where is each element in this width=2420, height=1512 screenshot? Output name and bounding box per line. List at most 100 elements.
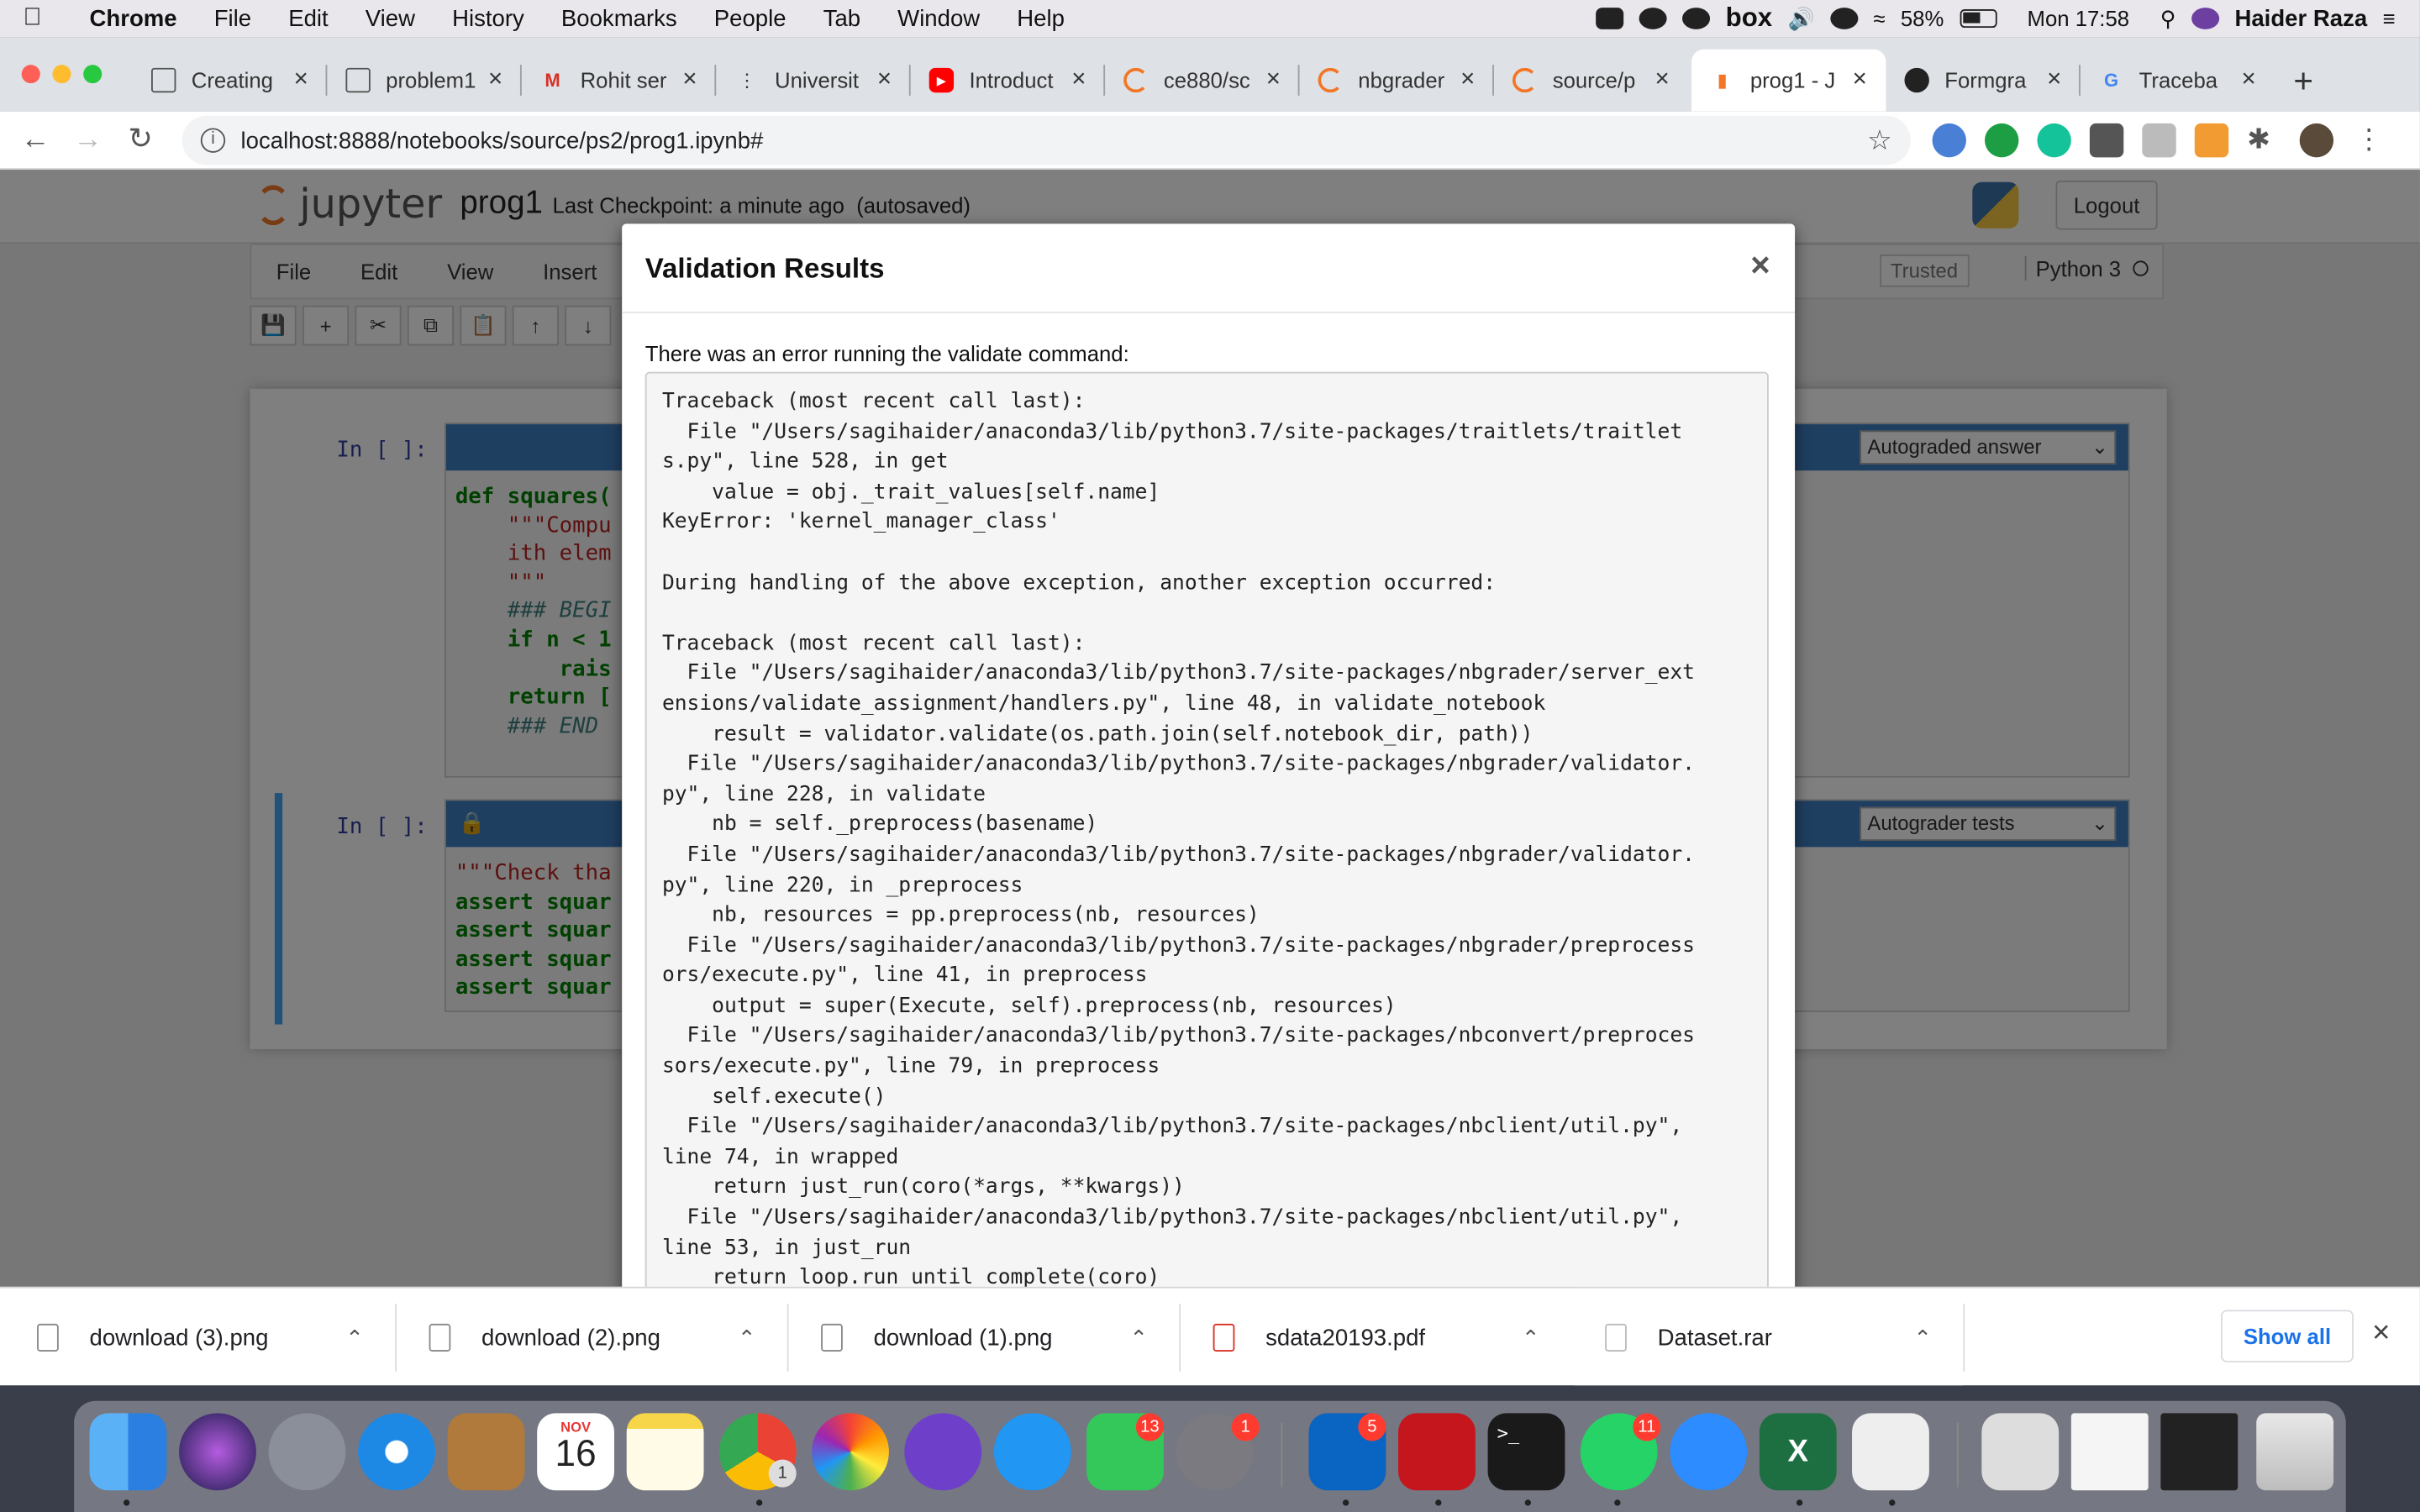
chevron-up-icon[interactable]: ⌃ <box>1914 1325 1933 1351</box>
download-item[interactable]: sdata20193.pdf ⌃ <box>1182 1289 1575 1388</box>
show-all-downloads-button[interactable]: Show all <box>2221 1310 2354 1362</box>
screenshot-stack-icon[interactable] <box>2160 1413 2238 1491</box>
menu-edit[interactable]: Edit <box>270 5 347 31</box>
extension-icon[interactable] <box>1932 123 1966 158</box>
messages-status-icon[interactable] <box>1639 8 1667 29</box>
menu-people[interactable]: People <box>696 5 805 31</box>
battery-icon[interactable] <box>1959 9 1996 29</box>
extension-icon[interactable] <box>2089 123 2124 158</box>
close-tab-icon[interactable]: × <box>676 66 703 94</box>
download-item[interactable]: download (3).png ⌃ <box>0 1289 397 1388</box>
site-info-icon[interactable]: i <box>200 128 226 153</box>
finder-icon[interactable] <box>89 1413 167 1491</box>
close-tab-icon[interactable]: × <box>1846 66 1874 94</box>
maximize-window-icon[interactable] <box>83 65 103 84</box>
tab-formgrader[interactable]: Formgra × <box>1886 50 2081 111</box>
close-tab-icon[interactable]: × <box>871 66 898 94</box>
downloads-stack-icon[interactable] <box>1981 1413 2060 1491</box>
menu-app-name[interactable]: Chrome <box>65 5 196 31</box>
chevron-up-icon[interactable]: ⌃ <box>1129 1325 1148 1351</box>
close-tab-icon[interactable]: × <box>1649 66 1676 94</box>
contacts-icon[interactable] <box>447 1413 525 1491</box>
back-icon[interactable]: ← <box>9 123 61 156</box>
volume-icon[interactable]: 🔊 <box>1788 5 1815 31</box>
traceback-line: py", line 220, in _preprocess <box>661 874 1023 898</box>
tab-youtube[interactable]: ▶ Introduct × <box>911 50 1106 111</box>
close-tab-icon[interactable]: × <box>1260 66 1287 94</box>
minimize-window-icon[interactable] <box>52 65 71 84</box>
document-stack-icon[interactable] <box>2070 1413 2149 1491</box>
tab-university[interactable]: ⋮ Universit × <box>716 50 911 111</box>
tab-prog1-active[interactable]: ▮ prog1 - J × <box>1691 49 1886 112</box>
spotlight-icon[interactable]: ⚲ <box>2160 5 2176 31</box>
bookmark-star-icon[interactable]: ☆ <box>1867 124 1892 157</box>
user-name[interactable]: Haider Raza <box>2234 5 2367 31</box>
chevron-up-icon[interactable]: ⌃ <box>1522 1325 1540 1351</box>
menu-history[interactable]: History <box>434 5 543 31</box>
tab-problem1[interactable]: problem1 × <box>327 50 522 111</box>
zoom-status-icon[interactable] <box>1596 8 1624 29</box>
extensions-puzzle-icon[interactable]: ✱ <box>2247 123 2281 157</box>
extension-icon[interactable] <box>2142 123 2176 158</box>
notification-center-icon[interactable]: ≡ <box>2383 6 2396 30</box>
extension-icon[interactable] <box>2194 123 2229 158</box>
close-tab-icon[interactable]: × <box>2040 66 2068 94</box>
notes-icon[interactable] <box>626 1413 704 1491</box>
messages-icon[interactable] <box>993 1413 1071 1491</box>
apple-menu-icon[interactable]:  <box>0 5 65 33</box>
menu-window[interactable]: Window <box>879 5 998 31</box>
tab-traceback[interactable]: G Traceba × <box>2081 50 2275 111</box>
download-item[interactable]: Dataset.rar ⌃ <box>1574 1288 1965 1388</box>
grammarly-icon[interactable] <box>2037 123 2071 158</box>
download-item[interactable]: download (1).png ⌃ <box>790 1289 1182 1388</box>
clock[interactable]: Mon 17:58 <box>2028 6 2130 30</box>
close-tab-icon[interactable]: × <box>287 66 315 94</box>
textedit-icon[interactable] <box>1852 1413 1929 1491</box>
traceback-output[interactable]: Traceback (most recent call last): File … <box>644 371 1769 1305</box>
extension-icon[interactable] <box>1984 123 2019 158</box>
siri-icon[interactable] <box>179 1413 256 1491</box>
menu-view[interactable]: View <box>347 5 434 31</box>
tab-source[interactable]: source/p × <box>1494 50 1688 111</box>
menu-help[interactable]: Help <box>998 5 1083 31</box>
trash-icon[interactable] <box>2256 1413 2334 1491</box>
menu-tab[interactable]: Tab <box>805 5 880 31</box>
new-tab-icon[interactable]: + <box>2293 61 2313 102</box>
url-text[interactable]: localhost:8888/notebooks/source/ps2/prog… <box>241 128 764 154</box>
terminal-icon[interactable]: >_ <box>1487 1413 1565 1491</box>
safari-icon[interactable] <box>358 1413 435 1491</box>
close-tab-icon[interactable]: × <box>1065 66 1092 94</box>
close-tab-icon[interactable]: × <box>481 66 509 94</box>
tab-nbgrader[interactable]: nbgrader × <box>1300 50 1494 111</box>
close-tab-icon[interactable]: × <box>2235 66 2263 94</box>
excel-icon[interactable]: X <box>1759 1413 1837 1491</box>
calendar-icon[interactable]: NOV 16 <box>537 1413 615 1491</box>
photos-icon[interactable] <box>812 1413 889 1491</box>
tab-creating[interactable]: Creating × <box>133 50 328 111</box>
acrobat-icon[interactable] <box>1398 1413 1476 1491</box>
box-status-icon[interactable]: box <box>1726 3 1773 34</box>
address-bar[interactable]: i localhost:8888/notebooks/source/ps2/pr… <box>182 115 1911 165</box>
tab-ce880[interactable]: ce880/sc × <box>1105 50 1300 111</box>
creative-cloud-icon[interactable] <box>1829 8 1859 29</box>
download-item[interactable]: download (2).png ⌃ <box>398 1289 791 1388</box>
chevron-up-icon[interactable]: ⌃ <box>738 1325 756 1351</box>
reload-icon[interactable]: ↻ <box>114 122 166 157</box>
wifi-icon[interactable]: ≈ <box>1873 6 1885 30</box>
user-avatar-icon[interactable] <box>2191 8 2220 29</box>
close-window-icon[interactable] <box>21 65 40 84</box>
launchpad-icon[interactable] <box>268 1413 346 1491</box>
profile-avatar-icon[interactable] <box>2299 123 2334 158</box>
chevron-up-icon[interactable]: ⌃ <box>345 1325 364 1351</box>
chrome-menu-icon[interactable]: ⋮ <box>2352 123 2386 157</box>
tab-gmail[interactable]: M Rohit ser × <box>522 50 717 111</box>
zoom-icon[interactable] <box>1670 1413 1748 1491</box>
close-tab-icon[interactable]: × <box>1454 66 1481 94</box>
close-shelf-icon[interactable]: × <box>2372 1316 2390 1352</box>
menu-bookmarks[interactable]: Bookmarks <box>543 5 696 31</box>
menu-file[interactable]: File <box>196 5 270 31</box>
forward-icon[interactable]: → <box>61 123 113 156</box>
dropbox-status-icon[interactable] <box>1682 8 1711 29</box>
close-icon[interactable]: × <box>1750 245 1770 286</box>
github-desktop-icon[interactable] <box>904 1413 982 1491</box>
